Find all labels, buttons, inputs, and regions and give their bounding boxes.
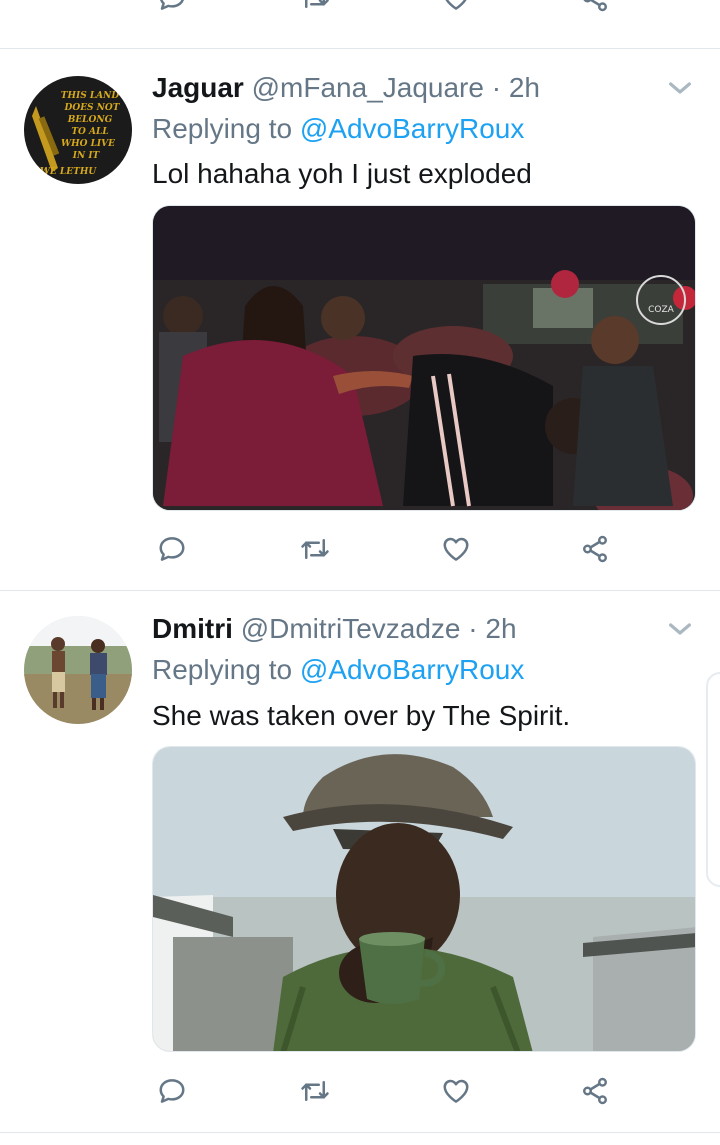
tweet-media[interactable]: COZA xyxy=(152,205,696,511)
separator: · xyxy=(483,72,509,103)
mention-link[interactable]: @AdvoBarryRoux xyxy=(300,113,525,144)
like-button[interactable] xyxy=(436,1071,476,1111)
retweet-button[interactable] xyxy=(295,529,335,569)
retweet-icon xyxy=(301,539,329,559)
media-photo xyxy=(153,747,695,1051)
user-handle[interactable]: @mFana_Jaquare xyxy=(252,72,484,103)
media-photo: COZA xyxy=(153,206,695,510)
retweet-button[interactable] xyxy=(295,0,335,18)
avatar-text-line: BELONG xyxy=(67,115,113,125)
display-name[interactable]: Jaguar xyxy=(152,72,244,103)
chevron-down-icon xyxy=(669,623,691,635)
avatar-text-line: DOES NOT xyxy=(64,103,121,113)
tweet-text: She was taken over by The Spirit. xyxy=(152,700,571,731)
retweet-button[interactable] xyxy=(295,1071,335,1111)
replying-prefix: Replying to xyxy=(152,654,300,685)
tweet-media[interactable] xyxy=(152,746,696,1052)
replying-prefix: Replying to xyxy=(152,113,300,144)
user-handle[interactable]: @DmitriTevzadze xyxy=(241,613,461,644)
previous-tweet-actions xyxy=(152,0,622,18)
avatar[interactable] xyxy=(24,616,132,724)
like-button[interactable] xyxy=(436,0,476,18)
share-button[interactable] xyxy=(575,1071,615,1111)
tweet-header: Jaguar @mFana_Jaquare · 2h xyxy=(152,68,540,108)
avatar-text-line: THIS LAND xyxy=(61,91,120,101)
tweet-header: Dmitri @DmitriTevzadze · 2h xyxy=(152,609,517,649)
share-icon xyxy=(583,1077,607,1105)
chevron-down-icon xyxy=(669,82,691,94)
scroll-indicator[interactable] xyxy=(706,672,720,887)
share-button[interactable] xyxy=(575,529,615,569)
reply-button[interactable] xyxy=(152,1071,192,1111)
like-button[interactable] xyxy=(436,529,476,569)
heart-icon xyxy=(443,537,469,561)
divider xyxy=(0,1132,720,1133)
avatar-text-line: WE LETHU xyxy=(40,167,97,177)
timestamp[interactable]: 2h xyxy=(485,613,516,644)
tweet-actions xyxy=(152,529,622,569)
timestamp[interactable]: 2h xyxy=(509,72,540,103)
display-name[interactable]: Dmitri xyxy=(152,613,233,644)
share-icon xyxy=(583,0,607,12)
reply-button[interactable] xyxy=(152,0,192,18)
tweet-text: Lol hahaha yoh I just exploded xyxy=(152,158,532,189)
avatar[interactable]: THIS LAND DOES NOT BELONG TO ALL WHO LIV… xyxy=(24,76,132,184)
media-watermark: COZA xyxy=(648,305,675,315)
share-button[interactable] xyxy=(575,0,615,18)
tweet-actions xyxy=(152,1071,622,1111)
heart-icon xyxy=(443,1079,469,1103)
divider xyxy=(0,590,720,591)
avatar-text-line: IN IT xyxy=(72,151,101,161)
avatar-text-line: TO ALL xyxy=(71,127,108,137)
replying-to: Replying to @AdvoBarryRoux xyxy=(152,650,524,690)
mention-link[interactable]: @AdvoBarryRoux xyxy=(300,654,525,685)
reply-icon xyxy=(159,1079,185,1103)
reply-button[interactable] xyxy=(152,529,192,569)
retweet-icon xyxy=(305,0,329,8)
separator: · xyxy=(460,613,486,644)
reply-icon xyxy=(159,537,185,561)
replying-to: Replying to @AdvoBarryRoux xyxy=(152,109,524,149)
share-icon xyxy=(583,535,607,563)
divider xyxy=(0,48,720,49)
avatar-text-line: WHO LIVE xyxy=(61,139,115,149)
heart-icon xyxy=(445,0,467,10)
reply-icon xyxy=(160,0,184,10)
tweet-menu-button[interactable] xyxy=(664,613,696,645)
tweet-menu-button[interactable] xyxy=(664,72,696,104)
retweet-icon xyxy=(301,1081,329,1101)
